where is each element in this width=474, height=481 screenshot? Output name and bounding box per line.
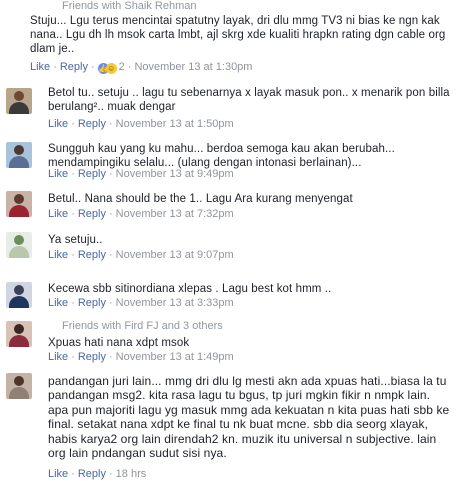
comment-time[interactable]: November 13 at 7:32pm (116, 208, 234, 220)
avatar[interactable] (6, 142, 32, 168)
comment-actions: Like · Reply · November 13 at 9:07pm (48, 249, 234, 261)
comment-text: pandangan juri lain... mmg dri dlu lg me… (48, 374, 453, 461)
reply-link[interactable]: Reply (78, 468, 106, 480)
like-link[interactable]: Like (48, 208, 68, 220)
reply-link[interactable]: Reply (78, 208, 106, 220)
like-link[interactable]: Like (48, 468, 68, 480)
reply-link[interactable]: Reply (78, 351, 106, 363)
avatar[interactable] (6, 321, 32, 347)
comment-time[interactable]: November 13 at 1:30pm (134, 61, 252, 73)
like-link[interactable]: Like (48, 297, 68, 309)
reply-link[interactable]: Reply (78, 297, 106, 309)
comment-time[interactable]: 18 hrs (116, 468, 147, 480)
comment-text: Ya setuju.. (48, 234, 103, 246)
friends-with-label: Friends with Shaik Rehman (62, 0, 197, 12)
reply-link[interactable]: Reply (78, 118, 106, 130)
friends-with-label: Friends with Fird FJ and 3 others (62, 320, 223, 332)
avatar[interactable] (6, 232, 32, 258)
like-link[interactable]: Like (48, 168, 68, 180)
comment-time[interactable]: November 13 at 1:50pm (116, 118, 234, 130)
reply-link[interactable]: Reply (60, 61, 88, 73)
comment-text: Betul.. Nana should be the 1.. Lagu Ara … (48, 193, 353, 205)
comment-time[interactable]: November 13 at 9:07pm (116, 249, 234, 261)
comment-time[interactable]: November 13 at 3:33pm (116, 297, 234, 309)
comment-actions: Like · Reply · November 13 at 3:33pm (48, 297, 234, 309)
like-link[interactable]: Like (48, 118, 68, 130)
haha-reaction-icon[interactable]: ☺ (105, 63, 117, 74)
comment-time[interactable]: November 13 at 9:49pm (116, 168, 234, 180)
comment-time[interactable]: November 13 at 1:49pm (116, 351, 234, 363)
comment-text: Xpuas hati nana xdpt msok (48, 337, 190, 349)
comment-actions: Like · Reply · 18 hrs (48, 468, 147, 480)
reply-link[interactable]: Reply (78, 249, 106, 261)
comment-actions: Like · Reply · November 13 at 1:50pm (48, 118, 234, 130)
comment-actions: Like · Reply · November 13 at 7:32pm (48, 208, 234, 220)
avatar[interactable] (6, 373, 32, 399)
reply-link[interactable]: Reply (78, 168, 106, 180)
comment-text: Betol tu.. setuju .. lagu tu sebenarnya … (48, 87, 453, 113)
comment-actions: Like · Reply · November 13 at 1:49pm (48, 351, 234, 363)
avatar[interactable] (6, 282, 32, 308)
reaction-count[interactable]: 2 (119, 61, 125, 73)
like-link[interactable]: Like (48, 249, 68, 261)
avatar[interactable] (6, 88, 32, 114)
comment-actions: Like · Reply · November 13 at 9:49pm (48, 168, 234, 180)
comment-text: Sungguh kau yang ku mahu... berdoa semog… (48, 143, 399, 169)
like-link[interactable]: Like (30, 61, 50, 73)
comment-text: Stuju... Lgu terus mencintai spatutny la… (30, 15, 449, 55)
like-link[interactable]: Like (48, 351, 68, 363)
avatar[interactable] (6, 191, 32, 217)
comment-actions: Like · Reply · 👍☺ 2 · November 13 at 1:30pm (30, 61, 253, 74)
comment-text: Kecewa sbb sitinordiana xlepas . Lagu be… (48, 283, 332, 295)
